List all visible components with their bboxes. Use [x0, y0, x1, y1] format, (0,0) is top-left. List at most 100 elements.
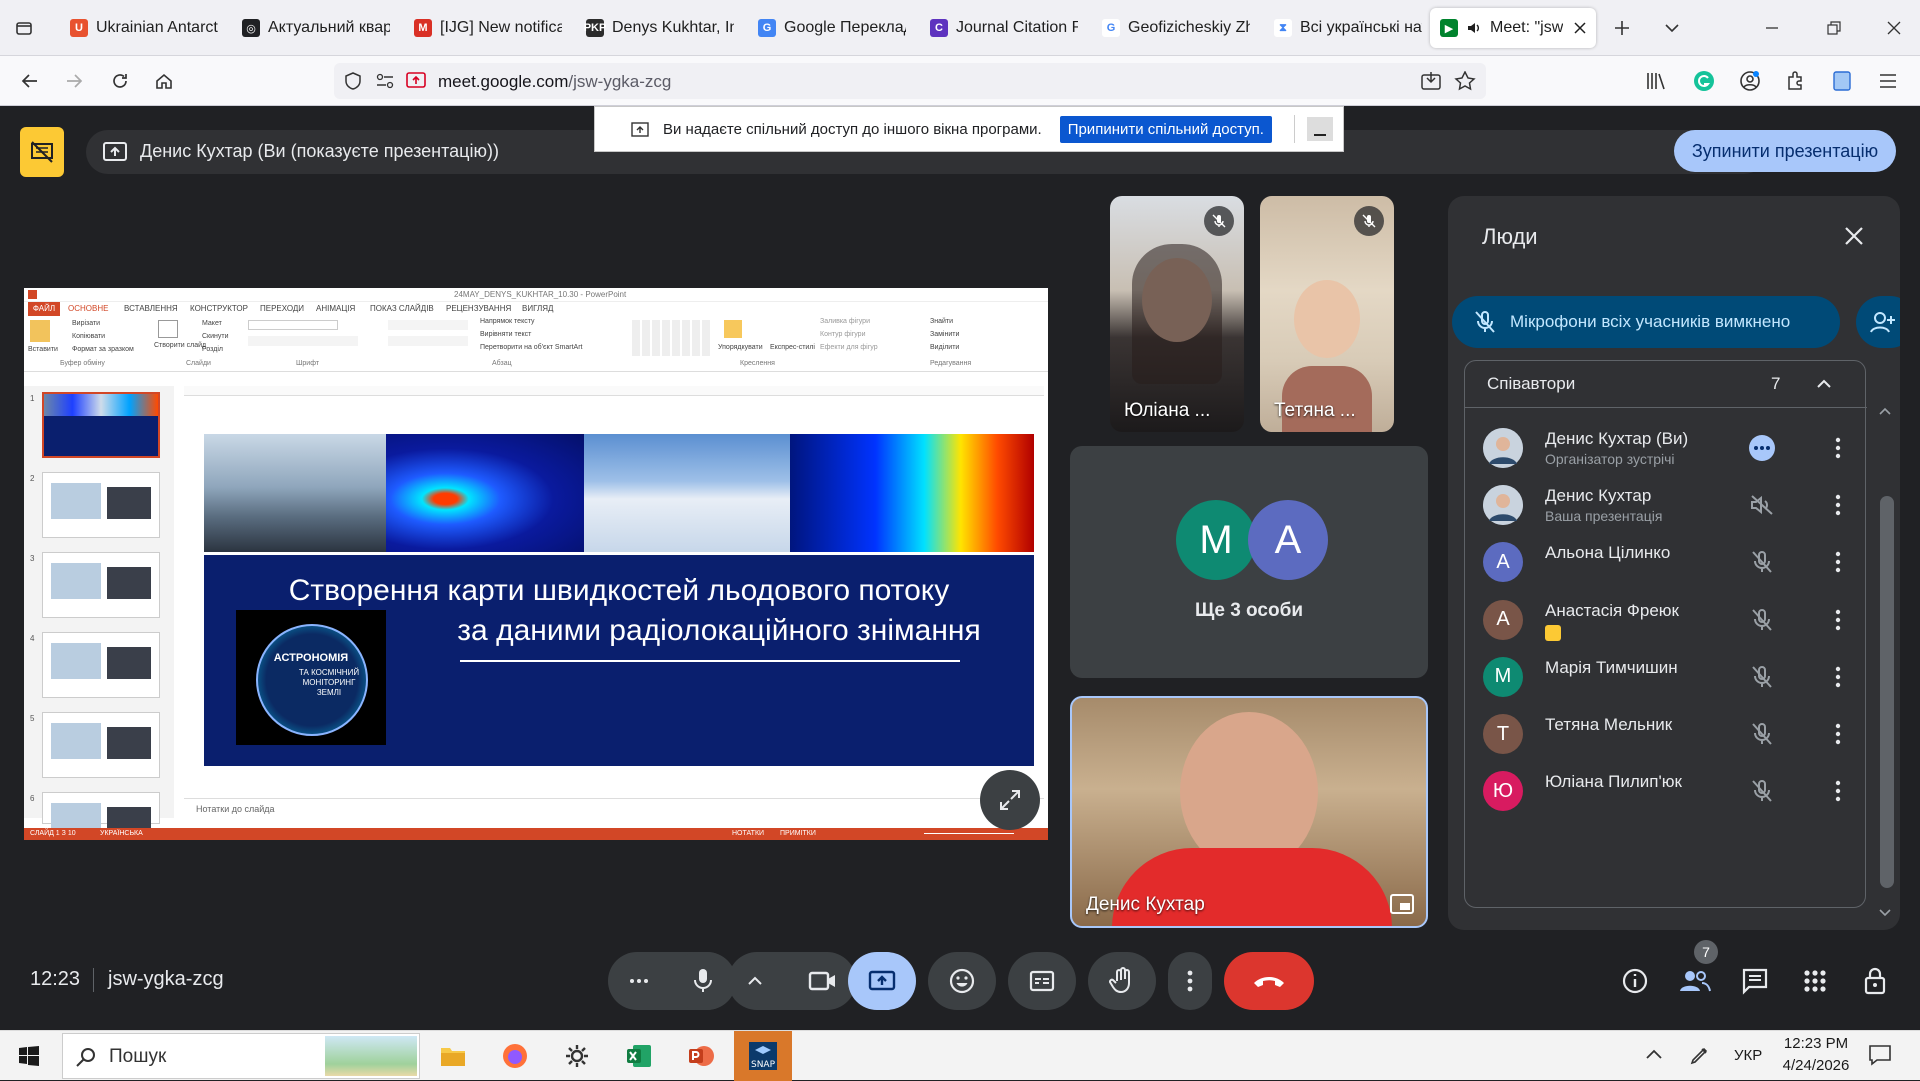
- ppt-tab-insert[interactable]: ВСТАВЛЕННЯ: [124, 304, 178, 313]
- zoom-slider[interactable]: [924, 833, 1014, 834]
- host-controls-lock-icon[interactable]: [1858, 964, 1892, 998]
- menu-hamburger-icon[interactable]: [1872, 65, 1904, 97]
- powerpoint-icon[interactable]: [672, 1031, 730, 1081]
- account-icon[interactable]: [1734, 65, 1766, 97]
- participant-tile-yuliana[interactable]: Юліана ...: [1110, 196, 1244, 432]
- ppt-select[interactable]: Виділити: [930, 344, 959, 351]
- chat-icon[interactable]: [1738, 964, 1772, 998]
- microphone-button[interactable]: [670, 952, 736, 1010]
- more-options-button[interactable]: [1168, 952, 1212, 1010]
- present-screen-button[interactable]: [848, 952, 916, 1010]
- stop-presenting-button[interactable]: Зупинити презентацію: [1674, 130, 1896, 172]
- slide-thumbnail[interactable]: [42, 632, 160, 698]
- docs-extension-icon[interactable]: [1826, 65, 1858, 97]
- browser-tab[interactable]: PKP Denys Kukhtar, In: [576, 8, 744, 48]
- stop-sharing-button[interactable]: Припинити спільний доступ.: [1059, 115, 1272, 143]
- scroll-up-chevron-icon[interactable]: [1878, 406, 1892, 426]
- ppt-tab-slideshow[interactable]: ПОКАЗ СЛАЙДІВ: [370, 304, 434, 313]
- ppt-replace[interactable]: Замінити: [930, 331, 959, 338]
- back-arrow-icon[interactable]: [14, 65, 46, 97]
- shield-icon[interactable]: [344, 72, 362, 90]
- home-icon[interactable]: [148, 65, 180, 97]
- more-vert-icon[interactable]: [1823, 547, 1853, 577]
- address-bar[interactable]: meet.google.com/jsw-ygka-zcg: [334, 63, 1486, 99]
- ppt-tab-animation[interactable]: АНІМАЦІЯ: [316, 304, 355, 313]
- windows-start-icon[interactable]: [0, 1031, 58, 1081]
- slide-thumbnail[interactable]: [42, 472, 160, 538]
- others-tile[interactable]: M A Ще 3 особи: [1070, 446, 1428, 678]
- settings-gear-icon[interactable]: [548, 1031, 606, 1081]
- ppt-tab-view[interactable]: ВИГЛЯД: [522, 304, 553, 313]
- excel-icon[interactable]: [610, 1031, 668, 1081]
- notes-toggle[interactable]: НОТАТКИ: [732, 830, 764, 837]
- ppt-smartart[interactable]: Перетворити на об'єкт SmartArt: [480, 344, 583, 351]
- ppt-align-text[interactable]: Вирівняти текст: [480, 331, 531, 338]
- ppt-reset[interactable]: Скинути: [202, 333, 229, 340]
- close-icon[interactable]: [1842, 224, 1870, 252]
- screen-share-indicator-icon[interactable]: [406, 72, 426, 90]
- more-vert-icon[interactable]: [1823, 776, 1853, 806]
- speaker-playing-icon[interactable]: [1466, 20, 1482, 36]
- more-vert-icon[interactable]: [1823, 719, 1853, 749]
- people-icon[interactable]: [1678, 964, 1712, 998]
- notes-pane[interactable]: Нотатки до слайда: [184, 798, 1044, 818]
- browser-tab[interactable]: ◎ Актуальний квар: [232, 8, 400, 48]
- close-tab-icon[interactable]: [1574, 22, 1586, 34]
- ppt-tab-review[interactable]: РЕЦЕНЗУВАННЯ: [446, 304, 511, 313]
- window-minimize-icon[interactable]: [1756, 12, 1788, 44]
- scroll-down-chevron-icon[interactable]: [1878, 908, 1892, 922]
- ppt-layout[interactable]: Макет: [202, 320, 222, 327]
- participant-tile-tetiana[interactable]: Тетяна ...: [1260, 196, 1394, 432]
- firefox-icon[interactable]: [486, 1031, 544, 1081]
- list-buttons[interactable]: [388, 320, 468, 330]
- paste-icon[interactable]: [30, 320, 50, 342]
- more-vert-icon[interactable]: [1823, 605, 1853, 635]
- pen-icon[interactable]: [1688, 1045, 1710, 1067]
- extensions-puzzle-icon[interactable]: [1780, 65, 1812, 97]
- browser-tab[interactable]: U Ukrainian Antarcti: [60, 8, 228, 48]
- more-vert-icon[interactable]: [1823, 490, 1853, 520]
- window-close-icon[interactable]: [1878, 12, 1910, 44]
- url-text[interactable]: meet.google.com/jsw-ygka-zcg: [438, 72, 671, 92]
- arrange-icon[interactable]: [724, 320, 742, 338]
- leave-call-button[interactable]: [1224, 952, 1314, 1010]
- new-slide-icon[interactable]: [158, 320, 178, 338]
- tab-overview-icon[interactable]: [8, 12, 40, 44]
- tab-list-chevron-down-icon[interactable]: [1656, 12, 1688, 44]
- ppt-tab-home[interactable]: ОСНОВНЕ: [68, 304, 108, 313]
- align-buttons[interactable]: [388, 336, 468, 346]
- camera-button[interactable]: [790, 952, 856, 1010]
- add-people-button[interactable]: [1856, 296, 1900, 348]
- notifications-icon[interactable]: [1868, 1043, 1892, 1067]
- ppt-arrange[interactable]: Упорядкувати: [718, 344, 763, 351]
- slide-thumbnail[interactable]: [42, 392, 160, 458]
- comments-toggle[interactable]: ПРИМІТКИ: [780, 830, 816, 837]
- slide-thumbnail[interactable]: [42, 712, 160, 778]
- more-dots-icon[interactable]: [1747, 433, 1777, 463]
- reactions-button[interactable]: [928, 952, 996, 1010]
- minimize-notice-button[interactable]: [1306, 117, 1333, 141]
- self-video-tile[interactable]: Денис Кухтар: [1070, 696, 1428, 928]
- browser-tab[interactable]: G Geofizicheskiy Zh: [1092, 8, 1260, 48]
- raise-hand-button[interactable]: [1088, 952, 1156, 1010]
- browser-tab[interactable]: ⧗ Всі українські нау: [1264, 8, 1432, 48]
- permissions-icon[interactable]: [376, 73, 394, 89]
- grammarly-icon[interactable]: [1688, 65, 1720, 97]
- ppt-new-slide[interactable]: Створити слайд: [154, 342, 206, 349]
- slide-thumbnail[interactable]: [42, 552, 160, 618]
- new-tab-plus-icon[interactable]: [1606, 12, 1638, 44]
- window-restore-icon[interactable]: [1818, 12, 1850, 44]
- ppt-copy[interactable]: Копіювати: [72, 333, 105, 340]
- browser-tab[interactable]: C Journal Citation R: [920, 8, 1088, 48]
- ppt-text-direction[interactable]: Напрямок тексту: [480, 318, 535, 325]
- show-hidden-icons-chevron-up-icon[interactable]: [1644, 1045, 1664, 1065]
- ppt-quick-styles[interactable]: Експрес-стилі: [770, 344, 815, 351]
- forward-arrow-icon[interactable]: [58, 65, 90, 97]
- input-language[interactable]: УКР: [1734, 1047, 1762, 1064]
- ppt-tab-file[interactable]: ФАЙЛ: [28, 302, 60, 316]
- participant-row[interactable]: Ю Юліана Пилип'юк: [1448, 756, 1863, 826]
- snap-app-icon[interactable]: SNAP: [734, 1031, 792, 1081]
- clock-time[interactable]: 12:23 PM: [1776, 1035, 1856, 1052]
- captions-button[interactable]: [1008, 952, 1076, 1010]
- mute-all-button[interactable]: Мікрофони всіх учасників вимкнено: [1452, 296, 1840, 348]
